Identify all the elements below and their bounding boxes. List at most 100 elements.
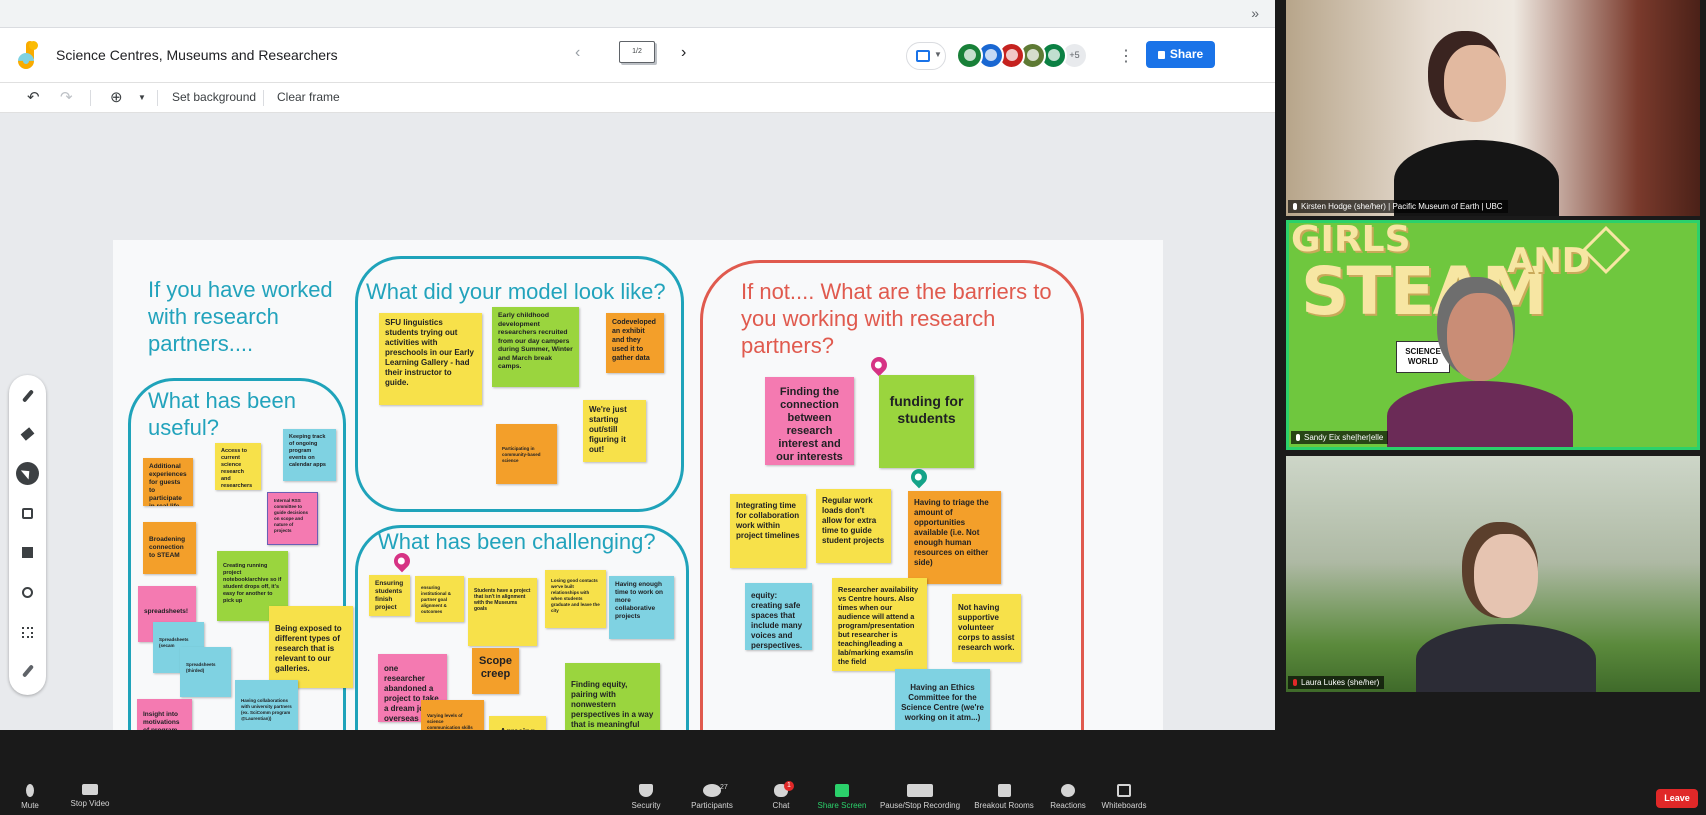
- whiteboard-icon: [1117, 784, 1131, 797]
- mic-icon: [26, 784, 34, 797]
- present-button[interactable]: ▼: [906, 42, 946, 70]
- sticky-note[interactable]: Finding the connection between research …: [765, 377, 854, 465]
- sticky-note[interactable]: Being exposed to different types of rese…: [269, 606, 353, 688]
- previous-frame-icon[interactable]: ‹: [575, 44, 580, 62]
- heading-barriers: If not.... What are the barriers to you …: [741, 279, 1052, 358]
- participant-tile-kirsten[interactable]: Kirsten Hodge (she/her) | Pacific Museum…: [1286, 0, 1700, 216]
- jamboard-logo-icon: [14, 41, 41, 73]
- jamboard-app-bar: Science Centres, Museums and Researchers…: [0, 28, 1275, 83]
- edit-toolbar: ↶ ↷ ⊕ ▼ Set background Clear frame: [0, 83, 1275, 113]
- frame-navigator: ‹ 1/2 ›: [575, 38, 695, 74]
- pen-icon[interactable]: [16, 385, 39, 408]
- participants-icon: [703, 784, 721, 797]
- circle-icon[interactable]: [16, 581, 39, 604]
- sticky-note[interactable]: Additional experiences for guests to par…: [143, 458, 193, 506]
- mic-icon: [1296, 434, 1300, 441]
- sticky-note[interactable]: Access to current science research and r…: [215, 443, 261, 490]
- animal-avatar-icon: [1048, 49, 1060, 61]
- participants-button[interactable]: 27 Participants: [672, 784, 752, 810]
- sticky-note[interactable]: Integrating time for collaboration work …: [730, 494, 806, 568]
- participant-name-label: Kirsten Hodge (she/her) | Pacific Museum…: [1288, 200, 1508, 213]
- sticky-note-icon[interactable]: [16, 502, 39, 525]
- more-options-icon[interactable]: ⋮: [1118, 46, 1134, 66]
- redo-icon[interactable]: ↷: [60, 88, 73, 106]
- eraser-icon[interactable]: [16, 424, 39, 447]
- mic-muted-icon: [1293, 679, 1297, 686]
- chevron-down-icon: ▼: [934, 50, 942, 59]
- lock-icon: [1157, 51, 1165, 59]
- sticky-note[interactable]: Broadening connection to STEAM: [143, 522, 196, 574]
- sticky-note[interactable]: Spreadsheets (thirded): [180, 647, 231, 697]
- zoom-dropdown-icon[interactable]: ▼: [138, 93, 146, 102]
- sticky-note[interactable]: Having an Ethics Committee for the Scien…: [895, 669, 990, 730]
- sticky-note[interactable]: Finding equity, pairing with nonwestern …: [565, 663, 660, 730]
- sticky-note[interactable]: Codeveloped an exhibit and they used it …: [606, 313, 664, 373]
- heading-challenging: What has been challenging?: [378, 529, 656, 554]
- undo-icon[interactable]: ↶: [27, 88, 40, 106]
- whiteboards-button[interactable]: Whiteboards: [1084, 784, 1164, 810]
- laser-icon[interactable]: [16, 660, 39, 683]
- jam-board[interactable]: If you have worked with research partner…: [113, 240, 1163, 730]
- sticky-note[interactable]: Regular work loads don't allow for extra…: [816, 489, 891, 563]
- zoom-icon[interactable]: ⊕: [110, 88, 123, 106]
- sticky-note[interactable]: Early childhood development researchers …: [492, 307, 579, 387]
- sticky-note[interactable]: Having enough time to work on more colla…: [609, 576, 674, 639]
- animal-avatar-icon: [985, 49, 997, 61]
- security-icon: [639, 784, 653, 797]
- sticky-note[interactable]: Students have a project that isn't in al…: [468, 578, 537, 646]
- mic-icon: [1293, 203, 1297, 210]
- heading-worked: If you have worked with research partner…: [148, 277, 333, 356]
- heading-model: What did your model look like?: [366, 279, 666, 304]
- sticky-note[interactable]: We're just starting out/still figuring i…: [583, 400, 646, 462]
- expand-chevron-icon[interactable]: »: [1251, 5, 1259, 21]
- shared-screen: » Science Centres, Museums and Researche…: [0, 0, 1275, 730]
- participant-video: [1286, 456, 1700, 692]
- meeting-control-bar: Mute Stop Video Security 27 Participants …: [0, 781, 1706, 815]
- sticky-note[interactable]: Internal RSS committee to guide decision…: [267, 492, 318, 545]
- sticky-note[interactable]: Agreeing on Project Scope: [489, 716, 546, 730]
- share-button[interactable]: Share: [1146, 41, 1215, 68]
- browser-strip: »: [0, 0, 1275, 28]
- participant-name-label: Laura Lukes (she/her): [1288, 676, 1385, 689]
- document-title[interactable]: Science Centres, Museums and Researchers: [56, 47, 338, 63]
- stop-video-button[interactable]: Stop Video: [50, 784, 130, 808]
- participant-video: [1286, 0, 1700, 216]
- text-box-icon[interactable]: [16, 621, 39, 644]
- participant-video: [1289, 223, 1697, 447]
- clear-frame-button[interactable]: Clear frame: [277, 90, 340, 104]
- collaborator-avatar[interactable]: [956, 42, 983, 69]
- sticky-note[interactable]: Researcher availability vs Centre hours.…: [832, 578, 927, 671]
- sticky-note[interactable]: equity: creating safe spaces that includ…: [745, 583, 812, 650]
- animal-avatar-icon: [1006, 49, 1018, 61]
- participant-tile-sandy[interactable]: GIRLS STEAM AND SCIENCE WORLD Sandy Eix …: [1286, 220, 1700, 450]
- sticky-note[interactable]: Having collaborations with university pa…: [235, 680, 298, 730]
- sticky-note[interactable]: Scope creep: [472, 648, 519, 694]
- present-icon: [916, 50, 930, 62]
- sticky-note[interactable]: Participating in community-based science: [496, 424, 557, 484]
- sticky-note[interactable]: Ensuring students finish project: [369, 575, 410, 616]
- set-background-button[interactable]: Set background: [172, 90, 256, 104]
- sticky-note[interactable]: SFU linguistics students trying out acti…: [379, 313, 482, 405]
- frame-thumbnail[interactable]: 1/2: [619, 41, 655, 63]
- sticky-note[interactable]: Insight into motivations of program part…: [137, 699, 192, 730]
- participant-tile-laura[interactable]: Laura Lukes (she/her): [1286, 456, 1700, 692]
- animal-avatar-icon: [1027, 49, 1039, 61]
- sticky-note[interactable]: funding for students: [879, 375, 974, 468]
- sticky-note[interactable]: Losing good contacts we've built relatio…: [545, 570, 606, 628]
- leave-button[interactable]: Leave: [1656, 789, 1698, 808]
- select-icon[interactable]: [16, 462, 39, 485]
- jam-canvas-area: If you have worked with research partner…: [0, 113, 1275, 730]
- video-gallery: Kirsten Hodge (she/her) | Pacific Museum…: [1286, 0, 1706, 695]
- sticky-note[interactable]: Varying levels of science communication …: [421, 700, 484, 730]
- sticky-note[interactable]: ensuring institutional & partner goal al…: [415, 576, 464, 622]
- recording-button[interactable]: Pause/Stop Recording: [870, 784, 970, 810]
- sticky-note[interactable]: Having to triage the amount of opportuni…: [908, 491, 1001, 584]
- next-frame-icon[interactable]: ›: [681, 44, 686, 62]
- sticky-note[interactable]: Keeping track of ongoing program events …: [283, 429, 336, 481]
- zoom-meeting-window: » Science Centres, Museums and Researche…: [0, 0, 1706, 815]
- sticky-note[interactable]: Not having supportive volunteer corps to…: [952, 594, 1021, 662]
- participant-name-label: Sandy Eix she|her|elle: [1291, 431, 1389, 444]
- image-icon[interactable]: [16, 541, 39, 564]
- drawing-tool-rail: [9, 375, 46, 695]
- reactions-icon: [1061, 784, 1075, 797]
